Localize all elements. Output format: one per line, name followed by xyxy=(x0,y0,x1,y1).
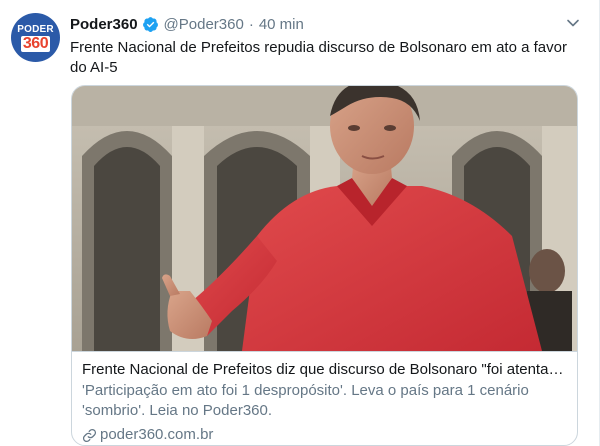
card-domain[interactable]: poder360.com.br xyxy=(82,425,567,445)
card-body[interactable]: Frente Nacional de Prefeitos diz que dis… xyxy=(72,351,577,445)
separator-dot: · xyxy=(248,15,254,33)
avatar[interactable]: PODER 360 xyxy=(11,13,60,62)
card-domain-text: poder360.com.br xyxy=(100,426,214,443)
avatar-logo-bottom: 360 xyxy=(20,35,51,52)
card-image[interactable] xyxy=(72,86,577,351)
chevron-down-icon[interactable] xyxy=(564,14,582,32)
timestamp[interactable]: 40 min xyxy=(259,16,304,33)
avatar-logo-top: PODER xyxy=(17,24,54,35)
verified-badge-icon xyxy=(142,16,158,32)
chevron-down-shape xyxy=(567,19,579,27)
link-card[interactable]: Frente Nacional de Prefeitos diz que dis… xyxy=(71,85,578,446)
tweet-text: Frente Nacional de Prefeitos repudia dis… xyxy=(70,39,567,76)
display-name[interactable]: Poder360 xyxy=(70,16,138,33)
tweet-header: Poder360 @Poder360 · 40 min xyxy=(70,14,304,34)
link-icon xyxy=(82,428,97,442)
card-photo xyxy=(72,86,577,351)
handle[interactable]: @Poder360 xyxy=(164,16,244,33)
card-description: 'Participação em ato foi 1 despropósito'… xyxy=(82,382,529,419)
tweet[interactable]: PODER 360 Poder360 @Poder360 · 40 min Fr… xyxy=(0,0,600,446)
card-title[interactable]: Frente Nacional de Prefeitos diz que dis… xyxy=(82,360,567,380)
